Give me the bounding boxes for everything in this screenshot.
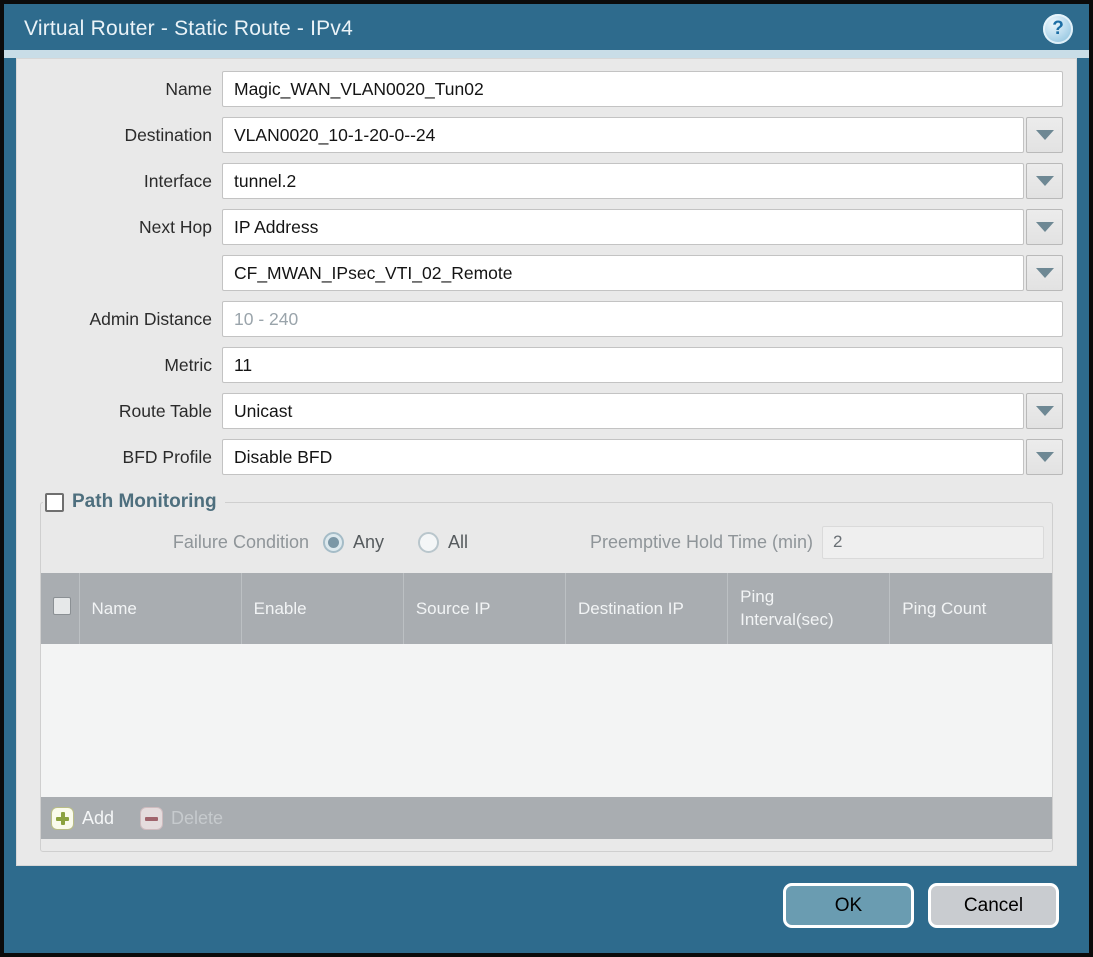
- failure-condition-all-label: All: [448, 532, 468, 553]
- form-row-destination: Destination: [30, 117, 1063, 153]
- column-header-source-ip: Source IP: [403, 573, 565, 644]
- form-row-route-table: Route Table: [30, 393, 1063, 429]
- destination-input[interactable]: [222, 117, 1024, 153]
- destination-label: Destination: [30, 125, 222, 146]
- next-hop-address-input[interactable]: [222, 255, 1024, 291]
- failure-condition-label: Failure Condition: [41, 532, 309, 553]
- chevron-down-icon: [1036, 222, 1054, 232]
- interface-dropdown-button[interactable]: [1026, 163, 1063, 199]
- column-header-enable: Enable: [241, 573, 403, 644]
- interface-input[interactable]: [222, 163, 1024, 199]
- path-monitoring-title: Path Monitoring: [72, 491, 217, 513]
- dialog-footer: OK Cancel: [4, 866, 1089, 953]
- next-hop-address-dropdown-button[interactable]: [1026, 255, 1063, 291]
- table-toolbar: Add Delete: [41, 797, 1052, 839]
- add-button-label: Add: [82, 808, 114, 829]
- chevron-down-icon: [1036, 268, 1054, 278]
- bfd-profile-input[interactable]: [222, 439, 1024, 475]
- select-all-column-header: [41, 573, 79, 644]
- dialog-title: Virtual Router - Static Route - IPv4: [24, 17, 353, 41]
- form-row-name: Name: [30, 71, 1063, 107]
- next-hop-type-dropdown-button[interactable]: [1026, 209, 1063, 245]
- dialog-titlebar: Virtual Router - Static Route - IPv4 ?: [4, 4, 1089, 50]
- cancel-button[interactable]: Cancel: [928, 883, 1059, 928]
- name-label: Name: [30, 79, 222, 100]
- failure-condition-any-label: Any: [353, 532, 384, 553]
- preemptive-hold-time-group: Preemptive Hold Time (min): [590, 526, 1044, 559]
- form-row-admin-distance: Admin Distance: [30, 301, 1063, 337]
- preemptive-hold-time-input: [822, 526, 1044, 559]
- chevron-down-icon: [1036, 176, 1054, 186]
- form-row-next-hop-type: Next Hop: [30, 209, 1063, 245]
- delete-button-label: Delete: [171, 808, 223, 829]
- help-icon: ?: [1052, 18, 1064, 40]
- help-button[interactable]: ?: [1043, 14, 1073, 44]
- metric-label: Metric: [30, 355, 222, 376]
- chevron-down-icon: [1036, 452, 1054, 462]
- column-header-ping-interval: Ping Interval(sec): [728, 573, 890, 644]
- chevron-down-icon: [1036, 406, 1054, 416]
- failure-condition-any-radio: [323, 532, 344, 553]
- route-table-input[interactable]: [222, 393, 1024, 429]
- table-empty-body: [41, 644, 1052, 797]
- bfd-profile-label: BFD Profile: [30, 447, 222, 468]
- titlebar-accent-strip: [4, 50, 1089, 58]
- destination-dropdown-button[interactable]: [1026, 117, 1063, 153]
- failure-condition-radio-group: Any All: [323, 532, 502, 553]
- next-hop-type-input[interactable]: [222, 209, 1024, 245]
- table-header-row: Name Enable Source IP Destination IP Pin…: [41, 573, 1052, 644]
- failure-condition-any-option: Any: [323, 532, 384, 553]
- select-all-checkbox: [53, 597, 71, 615]
- admin-distance-input[interactable]: [222, 301, 1063, 337]
- failure-condition-all-option: All: [418, 532, 468, 553]
- form-row-next-hop-address: [30, 255, 1063, 291]
- path-monitoring-legend: Path Monitoring: [43, 491, 225, 513]
- dialog-body: Name Destination Interface: [16, 58, 1077, 866]
- bfd-profile-dropdown-button[interactable]: [1026, 439, 1063, 475]
- ok-button[interactable]: OK: [783, 883, 914, 928]
- preemptive-hold-time-label: Preemptive Hold Time (min): [590, 532, 813, 553]
- static-route-dialog: Virtual Router - Static Route - IPv4 ? N…: [0, 0, 1093, 957]
- route-table-dropdown-button[interactable]: [1026, 393, 1063, 429]
- path-monitoring-section: Path Monitoring Failure Condition Any Al…: [40, 491, 1053, 852]
- route-table-label: Route Table: [30, 401, 222, 422]
- form-row-bfd-profile: BFD Profile: [30, 439, 1063, 475]
- metric-input[interactable]: [222, 347, 1063, 383]
- plus-icon: [51, 807, 74, 830]
- admin-distance-label: Admin Distance: [30, 309, 222, 330]
- delete-button: Delete: [140, 807, 223, 830]
- minus-icon: [140, 807, 163, 830]
- form-row-metric: Metric: [30, 347, 1063, 383]
- add-button[interactable]: Add: [51, 807, 114, 830]
- table-empty-row: [41, 644, 1052, 797]
- form-row-interface: Interface: [30, 163, 1063, 199]
- next-hop-label: Next Hop: [30, 217, 222, 238]
- path-monitoring-checkbox[interactable]: [45, 493, 64, 512]
- failure-condition-all-radio: [418, 532, 439, 553]
- column-header-ping-count: Ping Count: [890, 573, 1052, 644]
- column-header-destination-ip: Destination IP: [565, 573, 727, 644]
- name-input[interactable]: [222, 71, 1063, 107]
- chevron-down-icon: [1036, 130, 1054, 140]
- column-header-name: Name: [79, 573, 241, 644]
- path-monitoring-table: Name Enable Source IP Destination IP Pin…: [41, 573, 1052, 797]
- failure-condition-row: Failure Condition Any All Preemptive Hol…: [41, 513, 1052, 573]
- interface-label: Interface: [30, 171, 222, 192]
